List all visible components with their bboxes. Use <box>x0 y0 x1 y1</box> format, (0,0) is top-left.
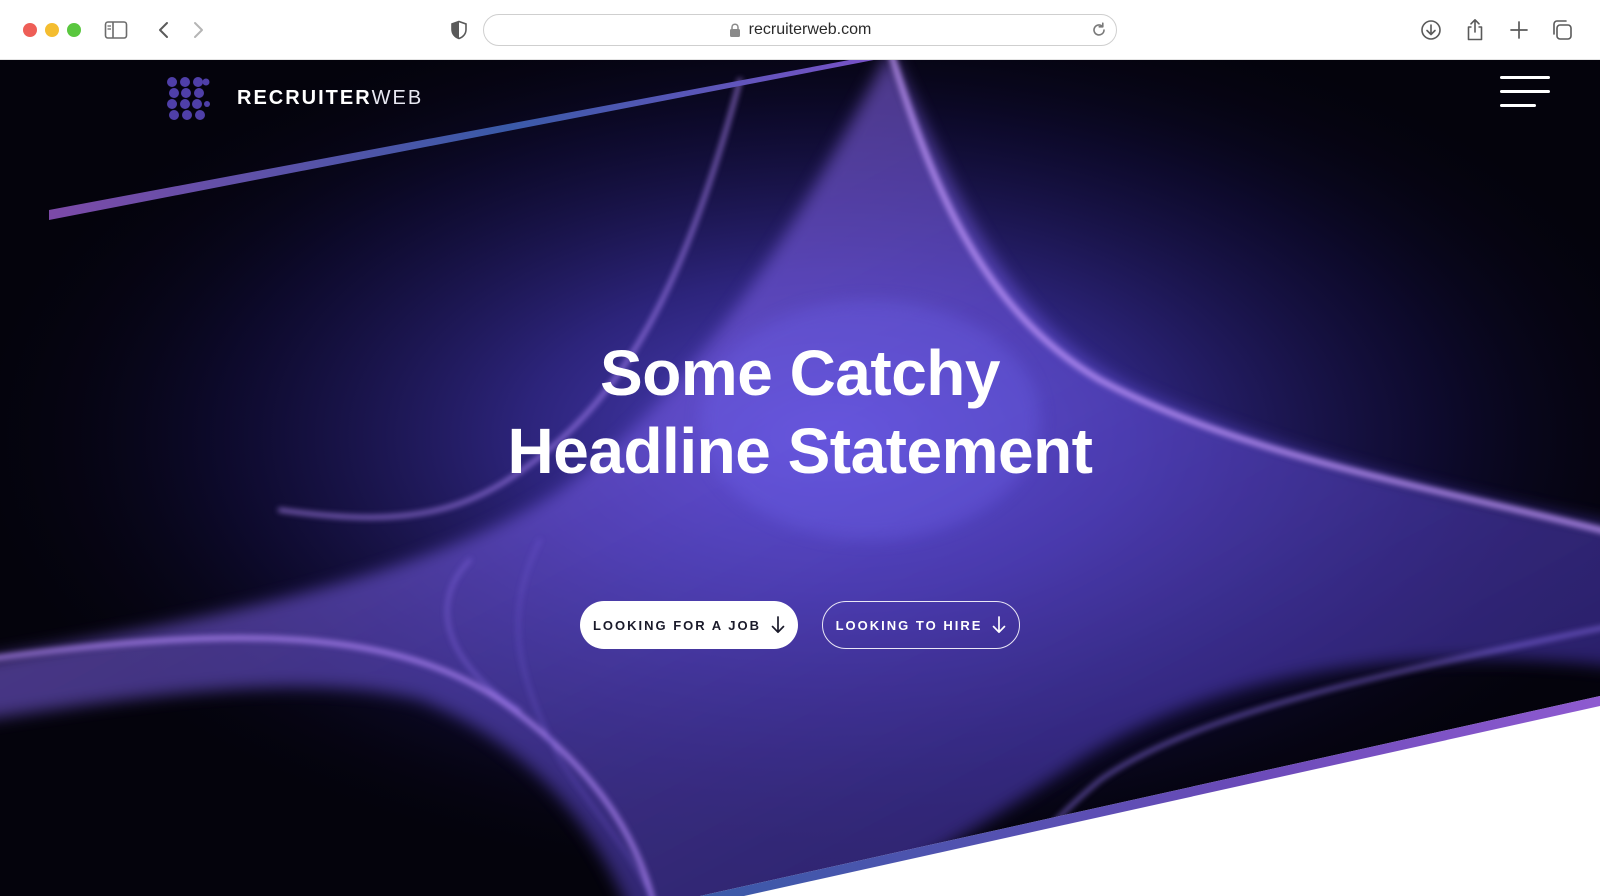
brand-logo[interactable]: RECRUITERWEB <box>166 76 423 120</box>
brand-name-strong: RECRUITER <box>237 86 372 109</box>
arrow-down-icon <box>993 616 1006 634</box>
url-text: recruiterweb.com <box>748 21 872 38</box>
tab-overview-icon[interactable] <box>1548 16 1576 44</box>
looking-for-job-button[interactable]: LOOKING FOR A JOB <box>580 601 798 649</box>
hero-headline: Some Catchy Headline Statement <box>400 334 1200 490</box>
forward-icon[interactable] <box>184 16 212 44</box>
looking-to-hire-button[interactable]: LOOKING TO HIRE <box>822 601 1020 649</box>
new-tab-icon[interactable] <box>1505 16 1533 44</box>
hero-section: RECRUITERWEB Some Catchy Headline Statem… <box>0 60 1600 896</box>
headline-line-1: Some Catchy <box>600 337 1000 409</box>
browser-toolbar: recruiterweb.com <box>0 0 1600 60</box>
hamburger-menu-icon[interactable] <box>1500 76 1550 108</box>
downloads-icon[interactable] <box>1417 16 1445 44</box>
zoom-window-button[interactable] <box>67 23 81 37</box>
brand-name: RECRUITERWEB <box>237 87 423 110</box>
address-bar[interactable]: recruiterweb.com <box>483 14 1117 46</box>
brand-name-light: WEB <box>371 86 424 109</box>
lock-icon <box>729 22 741 38</box>
sidebar-toggle-icon[interactable] <box>102 16 130 44</box>
back-icon[interactable] <box>150 16 178 44</box>
close-window-button[interactable] <box>23 23 37 37</box>
reload-icon[interactable] <box>1090 21 1108 44</box>
share-icon[interactable] <box>1461 16 1489 44</box>
privacy-shield-icon[interactable] <box>445 16 473 44</box>
headline-line-2: Headline Statement <box>507 415 1093 487</box>
dot-grid-logo-icon <box>167 77 210 120</box>
looking-to-hire-label: LOOKING TO HIRE <box>835 617 983 633</box>
arrow-down-icon <box>771 616 785 634</box>
minimize-window-button[interactable] <box>45 23 59 37</box>
looking-for-job-label: LOOKING FOR A JOB <box>592 617 762 633</box>
